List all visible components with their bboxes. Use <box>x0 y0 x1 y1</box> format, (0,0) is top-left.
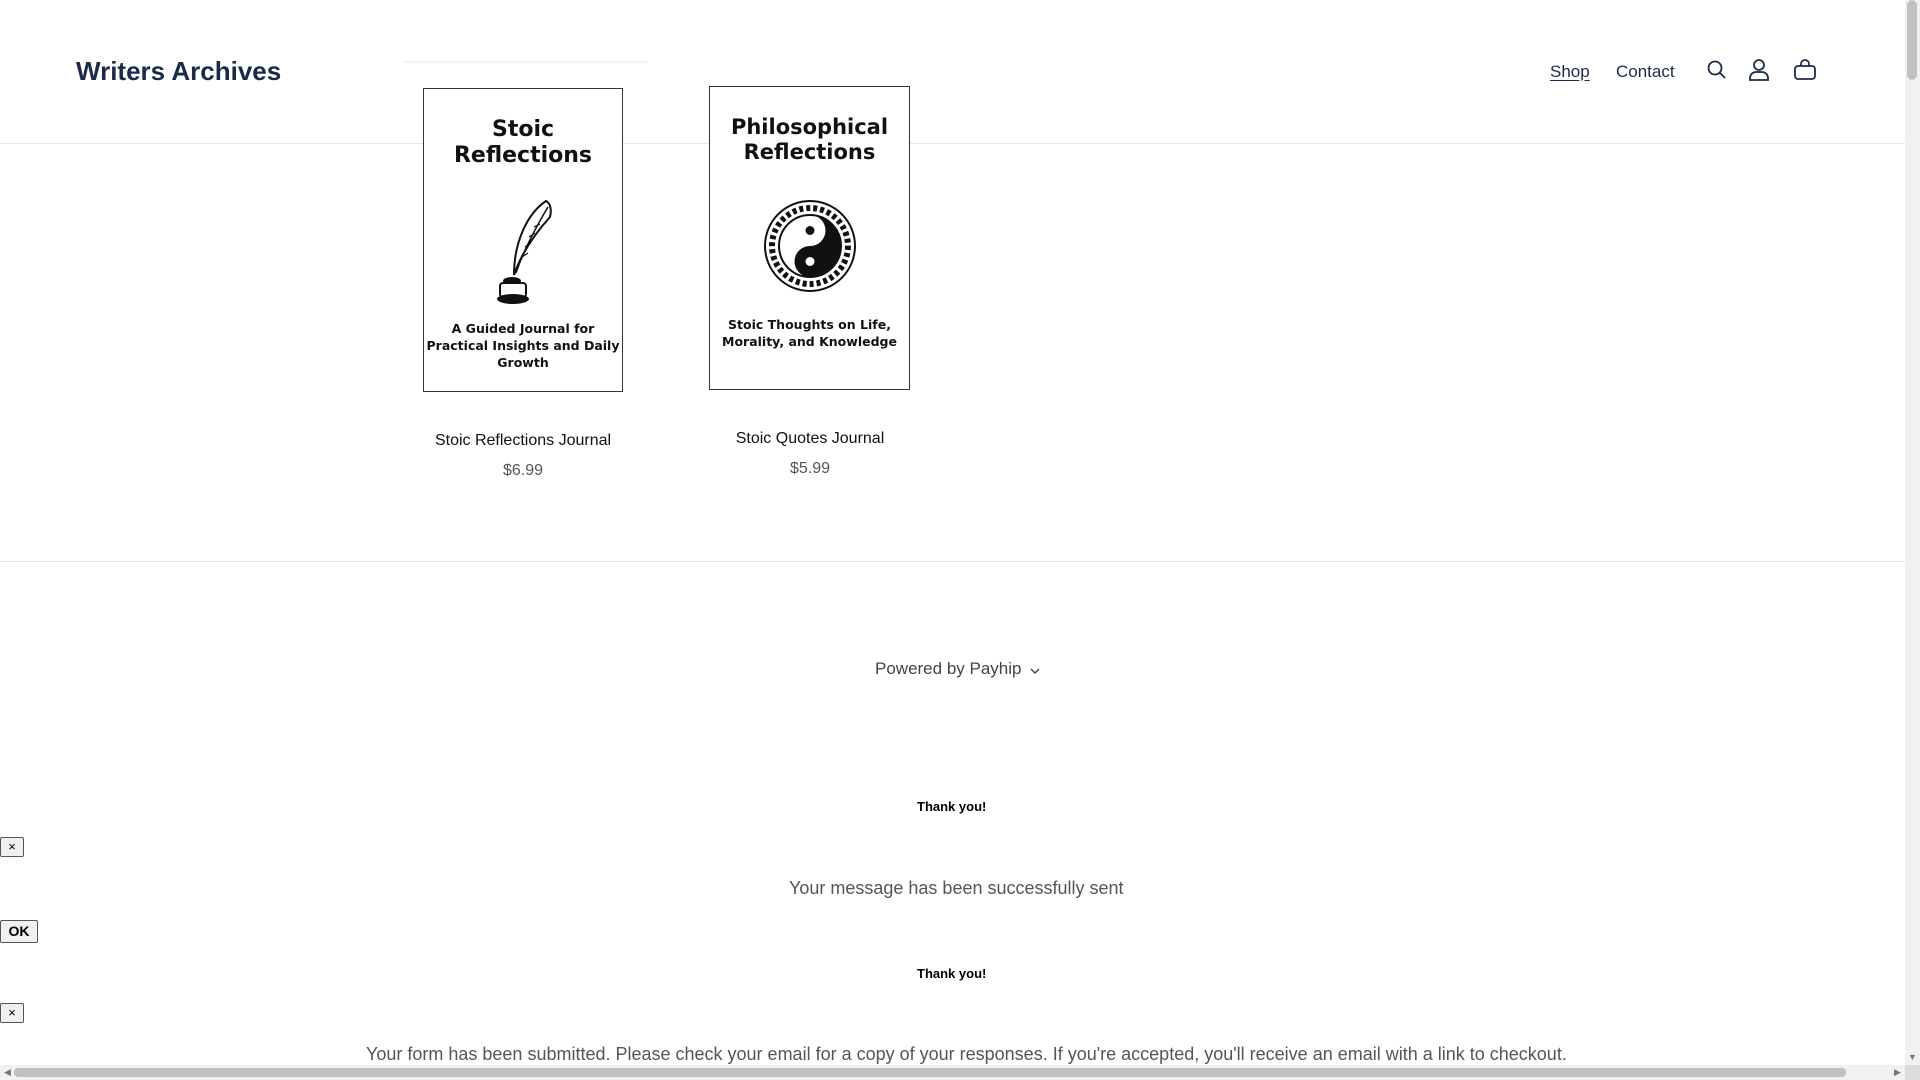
yin-yang-icon <box>763 199 857 293</box>
product-name[interactable]: Stoic Quotes Journal <box>691 430 929 448</box>
scroll-left-arrow-icon[interactable]: ◀ <box>0 1065 15 1080</box>
product-cover-stoic-reflections[interactable]: Stoic Reflections A Guided Journal for P… <box>423 88 623 392</box>
nav-shop-link[interactable]: Shop <box>1550 62 1590 82</box>
cover-subtitle-line: Morality, and Knowledge <box>722 333 897 349</box>
powered-by-link[interactable]: Powered by Payhip <box>875 659 1040 680</box>
success-message: Your message has been successfully sent <box>789 878 1124 898</box>
chevron-down-icon <box>1030 660 1040 680</box>
cover-subtitle-line: A Guided Journal for <box>451 321 595 336</box>
scroll-down-arrow-icon[interactable]: ▼ <box>1905 1050 1920 1065</box>
content-divider <box>0 561 1905 562</box>
cover-title-line: Reflections <box>453 143 593 169</box>
vertical-scrollbar[interactable] <box>1905 0 1920 1065</box>
search-icon[interactable] <box>1703 56 1731 84</box>
header-divider <box>0 143 1905 144</box>
nav-contact-link[interactable]: Contact <box>1616 62 1675 82</box>
card-top-edge <box>404 61 648 63</box>
vertical-scrollbar-thumb[interactable] <box>1907 0 1917 80</box>
account-icon[interactable] <box>1745 56 1773 84</box>
close-button[interactable]: × <box>0 837 24 857</box>
product-cover-philosophical-reflections[interactable]: Philosophical Reflections Stoic Thoughts… <box>709 86 910 390</box>
cover-subtitle-line: Practical Insights and Daily <box>426 337 620 353</box>
scroll-right-arrow-icon[interactable]: ▶ <box>1890 1065 1905 1080</box>
close-button[interactable]: × <box>0 1003 24 1023</box>
product-name[interactable]: Stoic Reflections Journal <box>404 432 642 450</box>
cover-subtitle-line: Growth <box>497 354 549 370</box>
cover-title-line: Stoic <box>491 117 555 142</box>
cover-subtitle-line: Stoic Thoughts on Life, <box>728 317 891 332</box>
cart-icon[interactable] <box>1791 56 1819 84</box>
product-price: $6.99 <box>502 462 544 479</box>
cover-title-line: Reflections <box>743 140 876 165</box>
site-brand[interactable]: Writers Archives <box>76 56 281 87</box>
ok-button[interactable]: OK <box>0 920 38 943</box>
product-price: $5.99 <box>789 460 831 477</box>
cover-title-line: Philosophical <box>730 115 889 139</box>
scrollbar-corner <box>1905 1065 1920 1080</box>
form-submitted-message: Your form has been submitted. Please che… <box>366 1044 1567 1064</box>
modal-title: Thank you! <box>917 966 987 981</box>
modal-title: Thank you! <box>917 799 987 814</box>
quill-and-inkwell-icon <box>484 197 564 307</box>
powered-by-label: Powered by Payhip <box>875 659 1022 678</box>
horizontal-scrollbar-thumb[interactable] <box>14 1068 1846 1077</box>
